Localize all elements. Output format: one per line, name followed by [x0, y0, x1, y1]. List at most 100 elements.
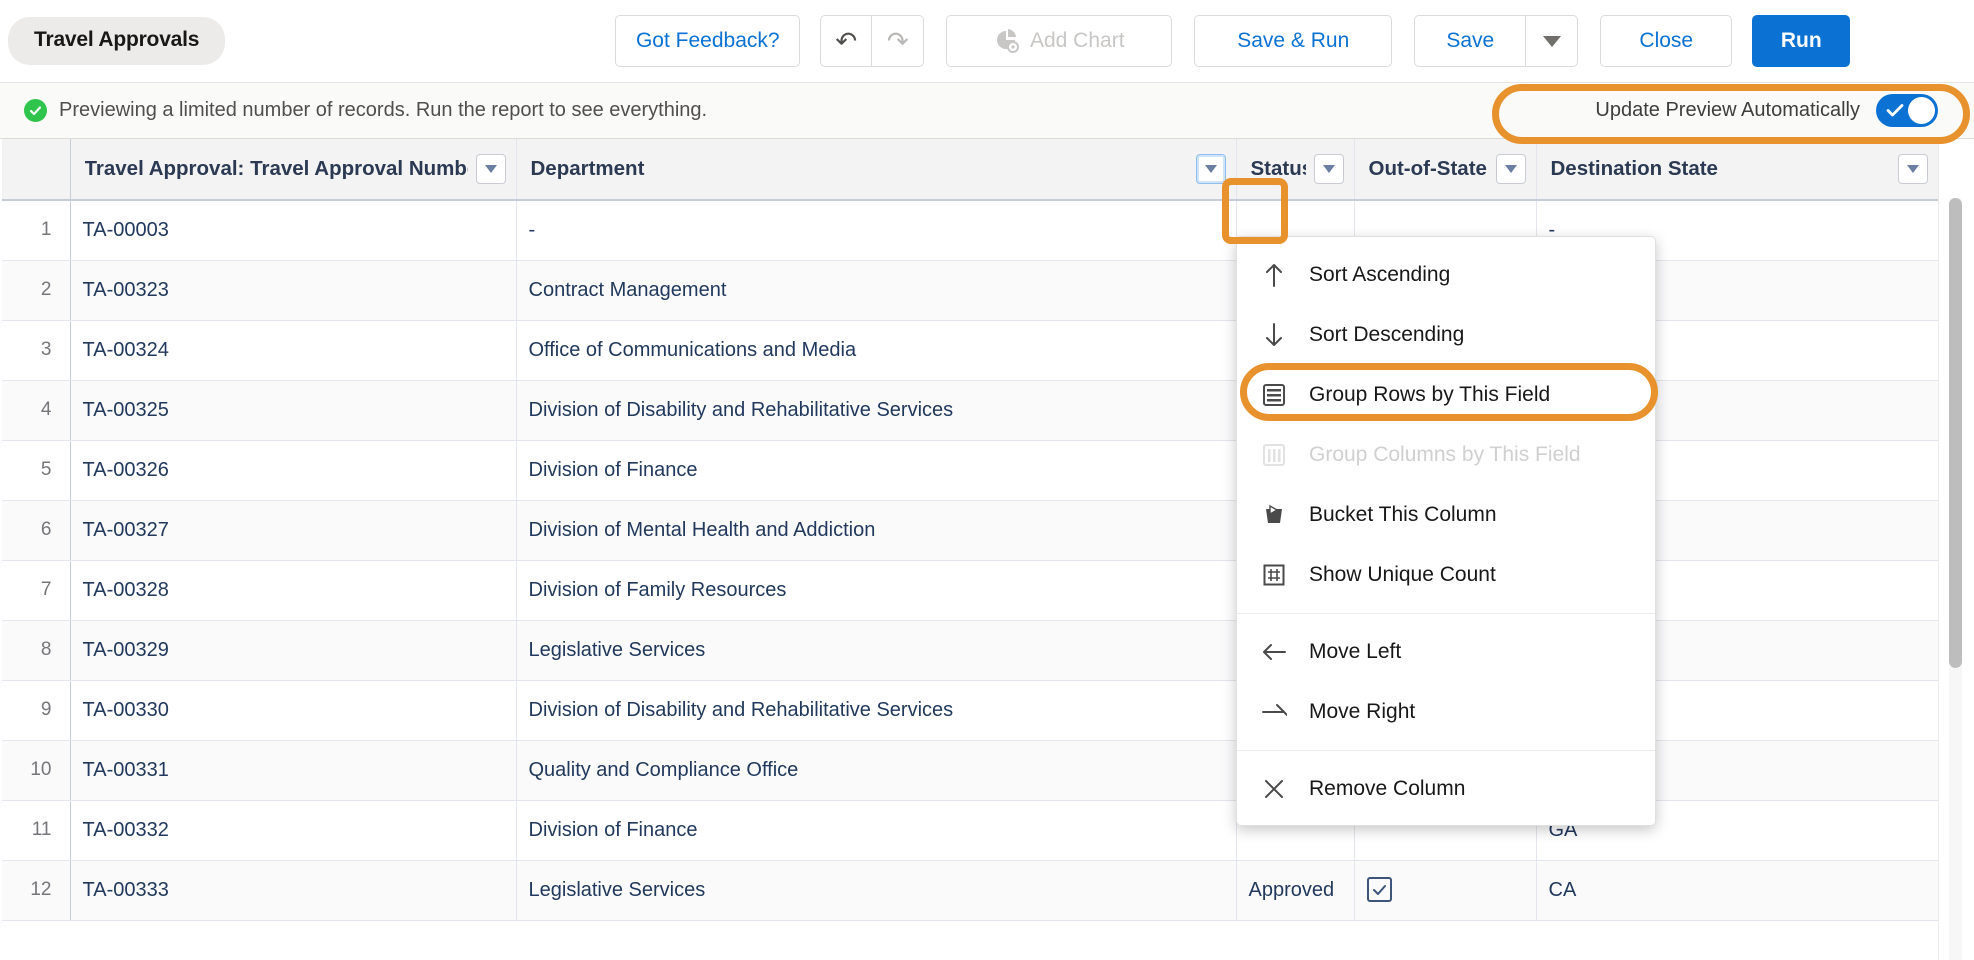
- cell-ta-number: TA-00003: [70, 200, 516, 260]
- column-menu-button-out-of-state[interactable]: [1496, 154, 1526, 184]
- save-split-button: Save: [1414, 15, 1578, 67]
- column-header-department[interactable]: Department: [516, 139, 1236, 200]
- cell-ta-number: TA-00323: [70, 260, 516, 320]
- row-number-cell: 4: [0, 380, 70, 440]
- menu-item-label: Bucket This Column: [1309, 503, 1497, 527]
- cell-department: Division of Finance: [516, 440, 1236, 500]
- column-header-out-of-state[interactable]: Out-of-State: [1354, 139, 1536, 200]
- cell-ta-number: TA-00331: [70, 740, 516, 800]
- update-preview-automatically-control: Update Preview Automatically: [1595, 94, 1974, 127]
- column-header-label: Status: [1251, 157, 1306, 181]
- cell-department: Legislative Services: [516, 620, 1236, 680]
- column-header-label: Destination State: [1551, 157, 1890, 181]
- update-preview-automatically-toggle[interactable]: [1876, 94, 1938, 127]
- redo-button[interactable]: ↷: [872, 15, 924, 67]
- table-header-row: Travel Approval: Travel Approval Number …: [0, 139, 1938, 200]
- run-button[interactable]: Run: [1752, 15, 1850, 67]
- add-chart-button[interactable]: Add Chart: [946, 15, 1172, 67]
- menu-item-label: Move Right: [1309, 700, 1415, 724]
- checkbox-checked-icon: [1367, 877, 1392, 902]
- arrow-right-icon: [1259, 697, 1289, 727]
- cell-department: Division of Disability and Rehabilitativ…: [516, 680, 1236, 740]
- menu-separator: [1237, 750, 1655, 751]
- menu-item-label: Sort Ascending: [1309, 263, 1450, 287]
- column-header-ta-number[interactable]: Travel Approval: Travel Approval Number: [70, 139, 516, 200]
- table-row[interactable]: 12TA-00333Legislative ServicesApprovedCA: [0, 860, 1938, 920]
- column-header-label: Travel Approval: Travel Approval Number: [85, 157, 468, 181]
- got-feedback-button[interactable]: Got Feedback?: [615, 15, 800, 67]
- menu-item-label: Group Columns by This Field: [1309, 443, 1581, 467]
- column-menu-button-ta-number[interactable]: [476, 154, 506, 184]
- menu-item-move-left[interactable]: Move Left: [1237, 622, 1655, 682]
- save-and-run-button[interactable]: Save & Run: [1194, 15, 1392, 67]
- row-number-cell: 12: [0, 860, 70, 920]
- cell-ta-number: TA-00333: [70, 860, 516, 920]
- menu-item-group-rows-by-this-field[interactable]: Group Rows by This Field: [1237, 365, 1655, 425]
- row-number-cell: 9: [0, 680, 70, 740]
- save-button[interactable]: Save: [1414, 15, 1526, 67]
- vertical-scrollbar-thumb[interactable]: [1949, 198, 1962, 668]
- chevron-down-icon: [1505, 165, 1517, 173]
- preview-notice-bar: Previewing a limited number of records. …: [0, 82, 1974, 139]
- report-preview-grid: Travel Approval: Travel Approval Number …: [0, 139, 1974, 960]
- column-header-destination-state[interactable]: Destination State: [1536, 139, 1938, 200]
- cell-ta-number: TA-00327: [70, 500, 516, 560]
- menu-item-group-columns-by-this-field: Group Columns by This Field: [1237, 425, 1655, 485]
- chevron-down-icon: [485, 165, 497, 173]
- preview-notice-text: Previewing a limited number of records. …: [59, 99, 707, 122]
- menu-item-bucket-this-column[interactable]: Bucket This Column: [1237, 485, 1655, 545]
- menu-separator: [1237, 613, 1655, 614]
- arrow-down-icon: [1259, 320, 1289, 350]
- close-x-icon: [1259, 774, 1289, 804]
- menu-item-label: Group Rows by This Field: [1309, 383, 1550, 407]
- cell-department: Division of Finance: [516, 800, 1236, 860]
- row-number-cell: 10: [0, 740, 70, 800]
- column-menu-button-status[interactable]: [1314, 154, 1344, 184]
- column-context-menu: Sort Ascending Sort Descending Group Rows …: [1236, 236, 1656, 826]
- menu-item-remove-column[interactable]: Remove Column: [1237, 759, 1655, 819]
- column-header-label: Department: [531, 157, 1188, 181]
- chevron-down-icon: [1205, 165, 1217, 173]
- cell-department: Office of Communications and Media: [516, 320, 1236, 380]
- close-button[interactable]: Close: [1600, 15, 1732, 67]
- menu-item-move-right[interactable]: Move Right: [1237, 682, 1655, 742]
- column-menu-button-department[interactable]: [1196, 154, 1226, 184]
- cell-department: Division of Mental Health and Addiction: [516, 500, 1236, 560]
- chart-icon: [994, 28, 1020, 54]
- cell-department: Contract Management: [516, 260, 1236, 320]
- preview-notice-message: Previewing a limited number of records. …: [0, 99, 707, 122]
- column-header-rownum: [0, 139, 70, 200]
- cell-ta-number: TA-00328: [70, 560, 516, 620]
- menu-item-label: Show Unique Count: [1309, 563, 1496, 587]
- success-check-circle-icon: [24, 99, 47, 122]
- cell-out-of-state: [1354, 860, 1536, 920]
- menu-item-show-unique-count[interactable]: Show Unique Count: [1237, 545, 1655, 605]
- chevron-down-icon: [1323, 165, 1335, 173]
- report-title: Travel Approvals: [8, 17, 225, 65]
- report-builder-screen: Travel Approvals Got Feedback? ↶ ↷: [0, 0, 1974, 960]
- cell-ta-number: TA-00325: [70, 380, 516, 440]
- undo-button[interactable]: ↶: [820, 15, 872, 67]
- toggle-knob: [1908, 97, 1935, 124]
- menu-item-label: Move Left: [1309, 640, 1401, 664]
- row-number-cell: 8: [0, 620, 70, 680]
- bucket-icon: [1259, 500, 1289, 530]
- row-number-cell: 7: [0, 560, 70, 620]
- cell-status: Approved: [1236, 860, 1354, 920]
- cell-department: Quality and Compliance Office: [516, 740, 1236, 800]
- chevron-down-icon: [1907, 165, 1919, 173]
- column-menu-button-destination-state[interactable]: [1898, 154, 1928, 184]
- unique-count-icon: [1259, 560, 1289, 590]
- column-header-status[interactable]: Status: [1236, 139, 1354, 200]
- update-preview-automatically-label: Update Preview Automatically: [1595, 99, 1860, 122]
- cell-ta-number: TA-00324: [70, 320, 516, 380]
- arrow-left-icon: [1259, 637, 1289, 667]
- menu-item-label: Remove Column: [1309, 777, 1465, 801]
- menu-item-sort-descending[interactable]: Sort Descending: [1237, 305, 1655, 365]
- row-number-cell: 11: [0, 800, 70, 860]
- group-rows-icon: [1259, 380, 1289, 410]
- redo-icon: ↷: [887, 28, 909, 54]
- save-menu-button[interactable]: [1526, 15, 1578, 67]
- cell-ta-number: TA-00330: [70, 680, 516, 740]
- menu-item-sort-ascending[interactable]: Sort Ascending: [1237, 245, 1655, 305]
